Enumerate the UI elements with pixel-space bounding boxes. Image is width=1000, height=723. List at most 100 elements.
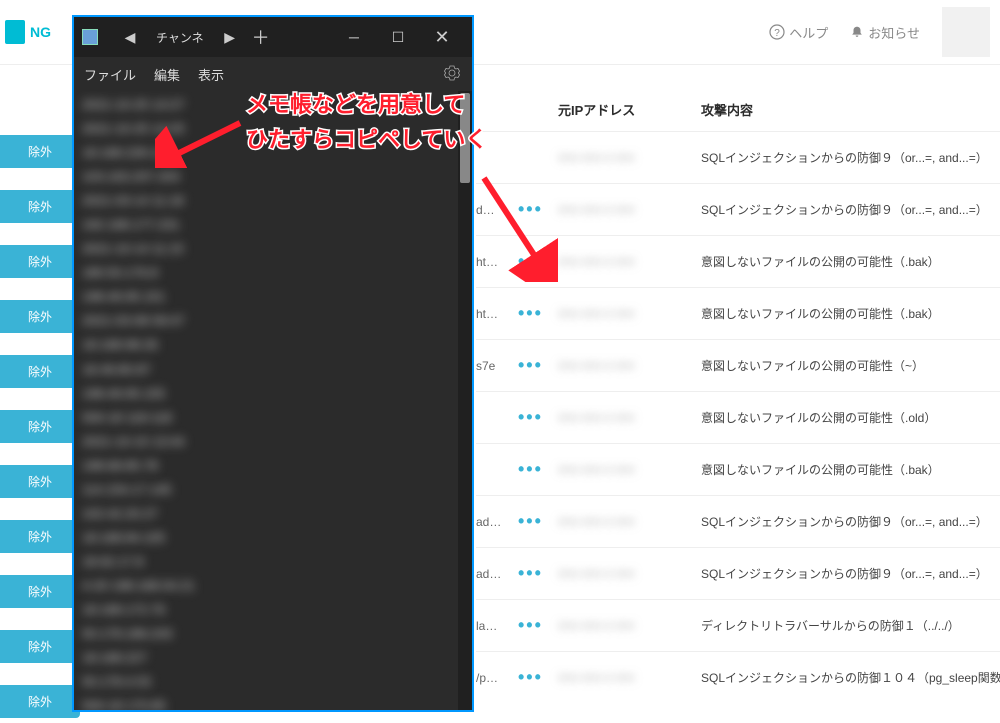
svg-text:?: ? bbox=[774, 28, 780, 39]
url-cell: la… bbox=[476, 619, 518, 633]
exclude-button[interactable]: 除外 bbox=[0, 685, 80, 718]
editor-line: 2021-03-08 09:47 bbox=[82, 309, 464, 333]
editor-line: 103.163.207.203 bbox=[82, 165, 464, 189]
attack-cell: 意図しないファイルの公開の可能性（~） bbox=[701, 357, 1000, 374]
editor-line: 500-18 170.85 bbox=[82, 694, 464, 710]
editor-line: 198.49.95.155 bbox=[82, 382, 464, 406]
attack-cell: 意図しないファイルの公開の可能性（.bak） bbox=[701, 305, 1000, 322]
editor-line: 114.154.17.145 bbox=[82, 478, 464, 502]
editor-line: 18.168.227 bbox=[82, 646, 464, 670]
ip-cell: 000.000.0.000 bbox=[558, 619, 701, 633]
gear-icon[interactable] bbox=[444, 65, 460, 84]
user-menu[interactable] bbox=[942, 7, 990, 57]
menu-item[interactable]: 表示 bbox=[198, 65, 224, 84]
menu-item[interactable]: 編集 bbox=[154, 65, 180, 84]
row-menu-icon[interactable]: ••• bbox=[518, 251, 558, 272]
editor-content[interactable]: 2021-10-25 14:272021-10-25 14:2518.168.2… bbox=[74, 91, 472, 710]
url-cell: ad… bbox=[476, 515, 518, 529]
notice-link[interactable]: お知らせ bbox=[850, 23, 920, 42]
editor-line: 2021-10-25 14:27 bbox=[82, 93, 464, 117]
editor-line: 2021-10-14 11:15 bbox=[82, 237, 464, 261]
bell-icon bbox=[850, 25, 864, 39]
attack-log-table: 元IPアドレス 攻撃内容 000.000.0.000SQLインジェクションからの… bbox=[476, 100, 1000, 723]
col-header-ip: 元IPアドレス bbox=[558, 100, 701, 119]
editor-line: 18.168.228.10 bbox=[82, 141, 464, 165]
url-cell: ad… bbox=[476, 567, 518, 581]
row-menu-icon[interactable]: ••• bbox=[518, 303, 558, 324]
table-row[interactable]: 000.000.0.000SQLインジェクションからの防御９（or...=, a… bbox=[476, 131, 1000, 183]
scroll-thumb[interactable] bbox=[460, 93, 470, 183]
url-cell: /p… bbox=[476, 671, 518, 685]
table-row[interactable]: d…•••000.000.0.000SQLインジェクションからの防御９（or..… bbox=[476, 183, 1000, 235]
help-link[interactable]: ? ヘルプ bbox=[769, 23, 828, 42]
editor-line: 18.168.98.26 bbox=[82, 333, 464, 357]
row-menu-icon[interactable]: ••• bbox=[518, 459, 558, 480]
attack-cell: SQLインジェクションからの防御１０４（pg_sleep関数 bbox=[701, 669, 1000, 686]
scrollbar[interactable] bbox=[458, 91, 472, 710]
ip-cell: 000.000.0.000 bbox=[558, 463, 701, 477]
attack-cell: SQLインジェクションからの防御９（or...=, and...=） bbox=[701, 201, 1000, 218]
minimize-button[interactable]: ─ bbox=[332, 17, 376, 57]
table-row[interactable]: •••000.000.0.000意図しないファイルの公開の可能性（.old） bbox=[476, 391, 1000, 443]
ip-cell: 000.000.0.000 bbox=[558, 307, 701, 321]
table-row[interactable]: la…•••000.000.0.000ディレクトリトラバーサルからの防御１（..… bbox=[476, 599, 1000, 651]
notepad-window: ◀ チャンネ ▶ ＋ ─ ☐ ✕ ファイル編集表示 2021-10-25 14:… bbox=[72, 15, 474, 712]
exclude-button[interactable]: 除外 bbox=[0, 520, 80, 553]
editor-line: 2021-10-15 13:44 bbox=[82, 430, 464, 454]
row-menu-icon[interactable]: ••• bbox=[518, 511, 558, 532]
attack-cell: 意図しないファイルの公開の可能性（.bak） bbox=[701, 461, 1000, 478]
menu-item[interactable]: ファイル bbox=[84, 65, 136, 84]
new-tab-button[interactable]: ＋ bbox=[242, 24, 280, 50]
url-cell: ht… bbox=[476, 307, 518, 321]
row-menu-icon[interactable]: ••• bbox=[518, 667, 558, 688]
notepad-icon bbox=[82, 29, 98, 45]
ip-cell: 000.000.0.000 bbox=[558, 151, 701, 165]
tab-next-icon[interactable]: ▶ bbox=[218, 29, 242, 46]
titlebar[interactable]: ◀ チャンネ ▶ ＋ ─ ☐ ✕ bbox=[74, 17, 472, 57]
tab-prev-icon[interactable]: ◀ bbox=[118, 29, 142, 46]
attack-cell: 意図しないファイルの公開の可能性（.old） bbox=[701, 409, 1000, 426]
table-row[interactable]: ad…•••000.000.0.000SQLインジェクションからの防御９（or.… bbox=[476, 495, 1000, 547]
ip-cell: 000.000.0.000 bbox=[558, 515, 701, 529]
table-row[interactable]: /p…•••000.000.0.000SQLインジェクションからの防御１０４（p… bbox=[476, 651, 1000, 703]
row-menu-icon[interactable]: ••• bbox=[518, 199, 558, 220]
row-menu-icon[interactable]: ••• bbox=[518, 407, 558, 428]
exclude-button[interactable]: 除外 bbox=[0, 190, 80, 223]
row-menu-icon[interactable]: ••• bbox=[518, 563, 558, 584]
table-row[interactable]: •••000.000.0.000意図しないファイルの公開の可能性（.bak） bbox=[476, 443, 1000, 495]
exclude-button[interactable]: 除外 bbox=[0, 575, 80, 608]
editor-line: 192.168.177.231 bbox=[82, 213, 464, 237]
table-row[interactable]: ht…•••000.000.0.000意図しないファイルの公開の可能性（.bak… bbox=[476, 235, 1000, 287]
logo-text: NG bbox=[30, 24, 51, 40]
row-menu-icon[interactable]: ••• bbox=[518, 355, 558, 376]
exclude-button[interactable]: 除外 bbox=[0, 300, 80, 333]
ip-cell: 000.000.0.000 bbox=[558, 567, 701, 581]
help-label: ヘルプ bbox=[789, 23, 828, 42]
url-cell: d… bbox=[476, 203, 518, 217]
maximize-button[interactable]: ☐ bbox=[376, 17, 420, 57]
ip-cell: 000.000.0.000 bbox=[558, 359, 701, 373]
attack-cell: ディレクトリトラバーサルからの防御１（../../） bbox=[701, 617, 1000, 634]
sidebar-exclude-column: 除外除外除外除外除外除外除外除外除外除外除外 bbox=[0, 135, 80, 718]
table-header-row: 元IPアドレス 攻撃内容 bbox=[476, 100, 1000, 131]
exclude-button[interactable]: 除外 bbox=[0, 630, 80, 663]
attack-cell: SQLインジェクションからの防御９（or...=, and...=） bbox=[701, 513, 1000, 530]
logo: NG bbox=[0, 20, 51, 44]
editor-line: 4-20 198.168.04.21 bbox=[82, 574, 464, 598]
table-row[interactable]: ht…•••000.000.0.000意図しないファイルの公開の可能性（.bak… bbox=[476, 287, 1000, 339]
editor-line: 50.178.186.243 bbox=[82, 622, 464, 646]
editor-line: 198.49.95.151 bbox=[82, 285, 464, 309]
editor-line: 180.50.176.8 bbox=[82, 261, 464, 285]
table-row[interactable]: s7e•••000.000.0.000意図しないファイルの公開の可能性（~） bbox=[476, 339, 1000, 391]
row-menu-icon[interactable]: ••• bbox=[518, 615, 558, 636]
exclude-button[interactable]: 除外 bbox=[0, 410, 80, 443]
exclude-button[interactable]: 除外 bbox=[0, 245, 80, 278]
close-button[interactable]: ✕ bbox=[420, 17, 464, 57]
url-cell: s7e bbox=[476, 359, 518, 373]
exclude-button[interactable]: 除外 bbox=[0, 135, 80, 168]
tab-title[interactable]: チャンネ bbox=[142, 29, 218, 46]
exclude-button[interactable]: 除外 bbox=[0, 465, 80, 498]
exclude-button[interactable]: 除外 bbox=[0, 355, 80, 388]
table-row[interactable]: ad…•••000.000.0.000SQLインジェクションからの防御９（or.… bbox=[476, 547, 1000, 599]
col-header-attack: 攻撃内容 bbox=[701, 100, 1000, 119]
